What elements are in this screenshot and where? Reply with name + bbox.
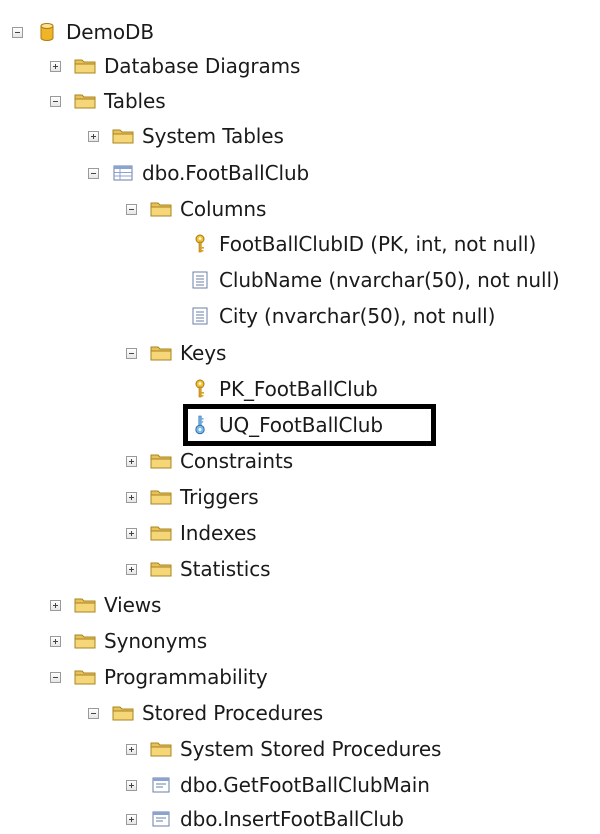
object-explorer-tree: DemoDB Database Diagrams Tables System T… bbox=[0, 0, 600, 833]
tree-node-triggers[interactable]: Triggers bbox=[126, 482, 259, 512]
primary-key-icon bbox=[189, 234, 211, 254]
tree-node-constraints[interactable]: Constraints bbox=[126, 446, 293, 476]
folder-icon bbox=[112, 703, 134, 723]
folder-icon bbox=[150, 199, 172, 219]
stored-procedure-icon bbox=[150, 775, 172, 795]
column-icon bbox=[189, 306, 211, 326]
tree-node-label: dbo.FootBallClub bbox=[142, 161, 310, 185]
collapse-toggle[interactable] bbox=[50, 95, 61, 107]
tree-node-label: Tables bbox=[104, 89, 166, 113]
tree-node-sp-getfootballclubmain[interactable]: dbo.GetFootBallClubMain bbox=[126, 770, 430, 800]
folder-icon bbox=[150, 739, 172, 759]
tree-node-label: FootBallClubID (PK, int, not null) bbox=[219, 232, 537, 256]
expand-toggle[interactable] bbox=[50, 635, 61, 647]
table-icon bbox=[112, 163, 134, 183]
collapse-toggle[interactable] bbox=[88, 707, 99, 719]
expand-toggle[interactable] bbox=[126, 813, 137, 825]
tree-node-keys[interactable]: Keys bbox=[126, 338, 226, 368]
tree-node-label: dbo.GetFootBallClubMain bbox=[180, 773, 430, 797]
expand-toggle[interactable] bbox=[126, 563, 137, 575]
tree-node-column-city[interactable]: City (nvarchar(50), not null) bbox=[189, 301, 495, 331]
collapse-toggle[interactable] bbox=[126, 203, 137, 215]
tree-node-indexes[interactable]: Indexes bbox=[126, 518, 257, 548]
folder-icon bbox=[74, 631, 96, 651]
folder-icon bbox=[74, 595, 96, 615]
collapse-toggle[interactable] bbox=[12, 26, 23, 38]
folder-icon bbox=[74, 56, 96, 76]
primary-key-icon bbox=[189, 379, 211, 399]
collapse-toggle[interactable] bbox=[126, 347, 137, 359]
tree-node-programmability[interactable]: Programmability bbox=[50, 662, 268, 692]
tree-node-label: DemoDB bbox=[66, 20, 154, 44]
tree-node-columns[interactable]: Columns bbox=[126, 194, 266, 224]
tree-node-label: Constraints bbox=[180, 449, 294, 473]
tree-node-label: Database Diagrams bbox=[104, 54, 301, 78]
expand-toggle[interactable] bbox=[126, 779, 137, 791]
tree-node-label: Triggers bbox=[180, 485, 259, 509]
tree-node-label: City (nvarchar(50), not null) bbox=[219, 304, 496, 328]
tree-node-synonyms[interactable]: Synonyms bbox=[50, 626, 207, 656]
tree-node-label: ClubName (nvarchar(50), not null) bbox=[219, 268, 560, 292]
tree-node-statistics[interactable]: Statistics bbox=[126, 554, 271, 584]
tree-node-demodb[interactable]: DemoDB bbox=[12, 17, 154, 47]
tree-node-label: Programmability bbox=[104, 665, 268, 689]
database-icon bbox=[36, 22, 58, 42]
tree-node-label: PK_FootBallClub bbox=[219, 377, 378, 401]
tree-node-key-pk[interactable]: PK_FootBallClub bbox=[189, 374, 378, 404]
tree-node-label: System Tables bbox=[142, 124, 284, 148]
tree-node-label: Keys bbox=[180, 341, 227, 365]
expand-toggle[interactable] bbox=[50, 599, 61, 611]
expand-toggle[interactable] bbox=[126, 743, 137, 755]
folder-icon bbox=[112, 126, 134, 146]
tree-node-label: dbo.InsertFootBallClub bbox=[180, 807, 404, 831]
tree-node-column-footballclubid[interactable]: FootBallClubID (PK, int, not null) bbox=[189, 229, 536, 259]
tree-node-label: Statistics bbox=[180, 557, 271, 581]
expand-toggle[interactable] bbox=[88, 130, 99, 142]
folder-icon bbox=[150, 523, 172, 543]
tree-node-label: Stored Procedures bbox=[142, 701, 324, 725]
tree-node-database-diagrams[interactable]: Database Diagrams bbox=[50, 51, 300, 81]
tree-node-label: Views bbox=[104, 593, 162, 617]
tree-node-label: Synonyms bbox=[104, 629, 208, 653]
folder-icon bbox=[150, 487, 172, 507]
tree-node-column-clubname[interactable]: ClubName (nvarchar(50), not null) bbox=[189, 265, 560, 295]
highlight-box bbox=[183, 404, 436, 446]
tree-node-label: System Stored Procedures bbox=[180, 737, 442, 761]
tree-node-stored-procedures[interactable]: Stored Procedures bbox=[88, 698, 323, 728]
tree-node-views[interactable]: Views bbox=[50, 590, 161, 620]
collapse-toggle[interactable] bbox=[88, 167, 99, 179]
folder-icon bbox=[150, 451, 172, 471]
collapse-toggle[interactable] bbox=[50, 671, 61, 683]
folder-icon bbox=[74, 91, 96, 111]
expand-toggle[interactable] bbox=[126, 527, 137, 539]
expand-toggle[interactable] bbox=[126, 491, 137, 503]
tree-node-table-footballclub[interactable]: dbo.FootBallClub bbox=[88, 158, 309, 188]
folder-icon bbox=[150, 343, 172, 363]
column-icon bbox=[189, 270, 211, 290]
tree-node-system-tables[interactable]: System Tables bbox=[88, 121, 284, 151]
tree-node-label: Indexes bbox=[180, 521, 257, 545]
expand-toggle[interactable] bbox=[126, 455, 137, 467]
expand-toggle[interactable] bbox=[50, 60, 61, 72]
tree-node-system-stored-procedures[interactable]: System Stored Procedures bbox=[126, 734, 441, 764]
folder-icon bbox=[74, 667, 96, 687]
stored-procedure-icon bbox=[150, 809, 172, 829]
tree-node-label: Columns bbox=[180, 197, 267, 221]
folder-icon bbox=[150, 559, 172, 579]
tree-node-tables[interactable]: Tables bbox=[50, 86, 166, 116]
tree-node-sp-insertfootballclub[interactable]: dbo.InsertFootBallClub bbox=[126, 804, 404, 834]
